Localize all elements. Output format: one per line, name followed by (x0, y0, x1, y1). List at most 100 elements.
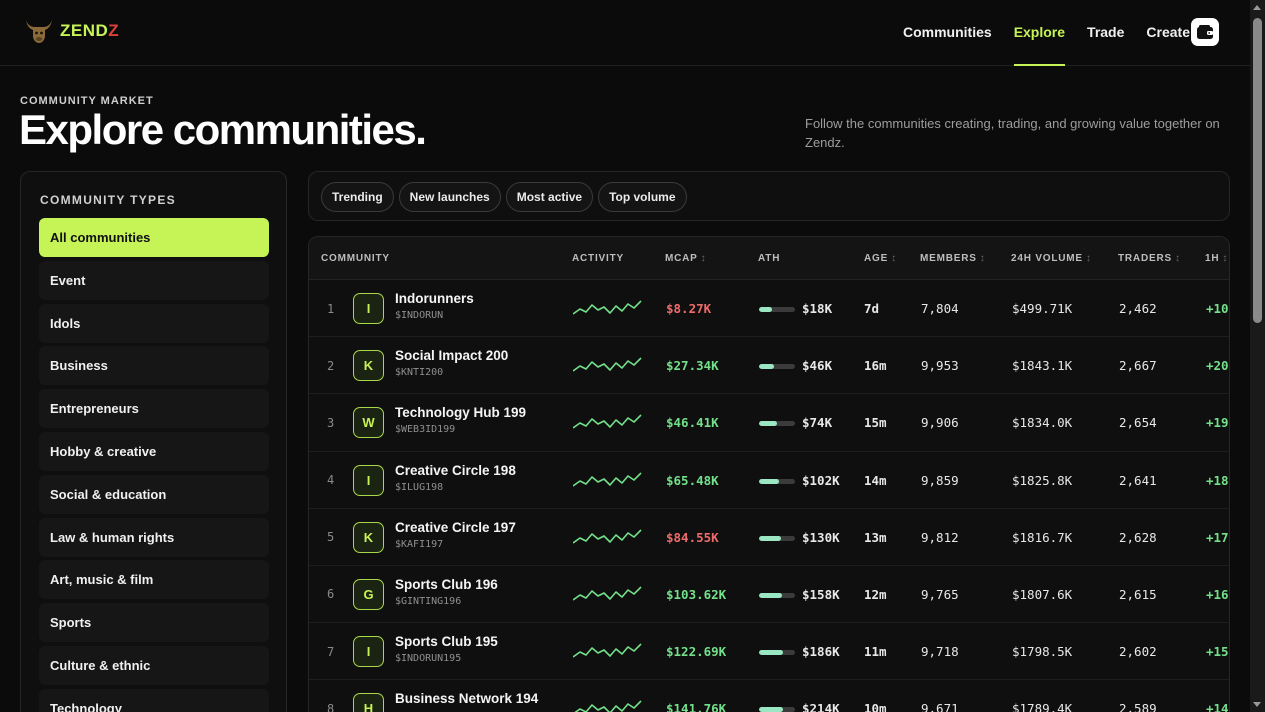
change-1h: +17 (1206, 529, 1229, 545)
community-name[interactable]: Sports Club 196 (395, 577, 498, 592)
community-type-entrepreneurs[interactable]: Entrepreneurs (39, 389, 269, 429)
trader-count: 2,615 (1119, 586, 1157, 602)
table-row[interactable]: 6 G Sports Club 196 $GINTING196 $103.62K $158… (309, 566, 1229, 624)
volume-24h: $1843.1K (1012, 358, 1073, 374)
table-row[interactable]: 7 I Sports Club 195 $INDORUN195 $122.69K $186… (309, 623, 1229, 681)
sort-icon[interactable]: ↕ (1222, 253, 1228, 264)
sort-icon[interactable]: ↕ (1175, 253, 1181, 264)
column-header-mcap[interactable]: MCAP ↕ (665, 253, 706, 264)
community-avatar[interactable]: G (353, 578, 384, 610)
sparkline-line (573, 643, 642, 658)
community-name-cell[interactable]: Creative Circle 198 $ILUG198 (395, 463, 516, 493)
community-avatar[interactable]: I (353, 464, 384, 496)
community-age: 13m (864, 529, 887, 545)
volume-24h: $1798.5K (1012, 644, 1073, 660)
sort-icon[interactable]: ↕ (980, 253, 986, 264)
trader-count: 2,654 (1119, 415, 1157, 431)
community-type-law-human-rights[interactable]: Law & human rights (39, 517, 269, 557)
community-type-technology[interactable]: Technology (39, 688, 269, 712)
column-label: ACTIVITY (572, 253, 624, 264)
community-avatar[interactable]: W (353, 407, 384, 439)
table-body: 1 I Indorunners $INDORUN $8.27K $18K 7d 7,804 $4… (309, 280, 1229, 712)
sort-icon[interactable]: ↕ (701, 253, 707, 264)
filter-trending[interactable]: Trending (321, 182, 394, 212)
explore-page: ZENDZ Communities Explore Trade Create C… (0, 0, 1265, 712)
market-cap: $8.27K (666, 301, 712, 316)
column-header-24h-volume[interactable]: 24H VOLUME ↕ (1011, 253, 1092, 264)
ath-progress-bar (759, 707, 795, 712)
filter-top-volume[interactable]: Top volume (598, 182, 687, 212)
community-name-cell[interactable]: Business Network 194 (395, 691, 538, 710)
community-type-culture-ethnic[interactable]: Culture & ethnic (39, 645, 269, 685)
community-type-idols[interactable]: Idols (39, 303, 269, 343)
community-name-cell[interactable]: Creative Circle 197 $KAFI197 (395, 520, 516, 550)
community-name-cell[interactable]: Technology Hub 199 $WEB3ID199 (395, 405, 526, 435)
table-row[interactable]: 8 H Business Network 194 $141.76K $214K 10m 9,… (309, 680, 1229, 712)
community-name[interactable]: Technology Hub 199 (395, 405, 526, 420)
nav-explore[interactable]: Explore (1013, 0, 1066, 66)
scrollbar-thumb[interactable] (1253, 18, 1262, 323)
member-count: 9,906 (921, 415, 959, 431)
community-name-cell[interactable]: Indorunners $INDORUN (395, 291, 474, 321)
table-row[interactable]: 3 W Technology Hub 199 $WEB3ID199 $46.41K $74… (309, 394, 1229, 452)
column-header-1h[interactable]: 1H ↕ (1205, 253, 1228, 264)
community-name[interactable]: Business Network 194 (395, 691, 538, 706)
wallet-button[interactable] (1191, 18, 1219, 46)
column-label: 1H (1205, 253, 1220, 264)
community-avatar[interactable]: I (353, 636, 384, 668)
community-name[interactable]: Social Impact 200 (395, 348, 508, 363)
row-rank: 1 (327, 301, 335, 316)
trader-count: 2,602 (1119, 644, 1157, 660)
community-type-art-music-film[interactable]: Art, music & film (39, 560, 269, 600)
community-name[interactable]: Indorunners (395, 291, 474, 306)
nav-create[interactable]: Create (1146, 0, 1190, 66)
activity-sparkline (573, 586, 642, 601)
table-row[interactable]: 4 I Creative Circle 198 $ILUG198 $65.48K $102… (309, 452, 1229, 509)
filter-new-launches[interactable]: New launches (398, 182, 501, 212)
page-title: Explore communities. (19, 106, 427, 153)
community-age: 15m (864, 415, 887, 431)
community-type-business[interactable]: Business (39, 346, 269, 386)
community-avatar[interactable]: K (353, 521, 384, 553)
member-count: 9,812 (921, 529, 959, 545)
scroll-up-arrow-icon[interactable] (1253, 5, 1261, 10)
column-header-traders[interactable]: TRADERS ↕ (1118, 253, 1181, 264)
ath-value: $102K (802, 472, 840, 488)
brand-logo[interactable]: ZENDZ (24, 17, 119, 45)
community-avatar[interactable]: K (353, 350, 384, 382)
filter-chips: Trending New launches Most active Top volum… (321, 182, 687, 212)
community-type-all-communities[interactable]: All communities (39, 218, 269, 257)
trader-count: 2,589 (1119, 701, 1157, 712)
page-scrollbar[interactable] (1250, 0, 1265, 712)
community-avatar[interactable]: I (353, 293, 384, 324)
filter-most-active[interactable]: Most active (505, 182, 594, 212)
ath-progress-fill (759, 307, 772, 312)
community-name[interactable]: Sports Club 195 (395, 634, 498, 649)
table-row[interactable]: 5 K Creative Circle 197 $KAFI197 $84.55K $130… (309, 509, 1229, 566)
community-name[interactable]: Creative Circle 198 (395, 463, 516, 478)
community-name-cell[interactable]: Sports Club 196 $GINTING196 (395, 577, 498, 607)
community-type-hobby-creative[interactable]: Hobby & creative (39, 431, 269, 471)
table-row[interactable]: 1 I Indorunners $INDORUN $8.27K $18K 7d 7,804 $4… (309, 280, 1229, 338)
sparkline-line (573, 414, 642, 430)
table-row[interactable]: 2 K Social Impact 200 $KNTI200 $27.34K $46K 16… (309, 337, 1229, 395)
column-header-members[interactable]: MEMBERS ↕ (920, 253, 986, 264)
community-name-cell[interactable]: Sports Club 195 $INDORUN195 (395, 634, 498, 664)
community-name[interactable]: Creative Circle 197 (395, 520, 516, 535)
column-header-activity: ACTIVITY (572, 253, 624, 264)
nav-trade[interactable]: Trade (1087, 0, 1124, 66)
ath-progress-bar (759, 535, 795, 541)
community-type-social-education[interactable]: Social & education (39, 474, 269, 514)
sort-icon[interactable]: ↕ (1086, 253, 1092, 264)
community-type-event[interactable]: Event (39, 260, 269, 300)
community-type-sports[interactable]: Sports (39, 603, 269, 643)
nav-communities[interactable]: Communities (903, 0, 992, 66)
member-count: 9,859 (921, 472, 959, 488)
column-header-age[interactable]: AGE ↕ (864, 253, 897, 264)
scroll-down-arrow-icon[interactable] (1253, 702, 1261, 707)
market-cap: $122.69K (666, 644, 727, 660)
sort-icon[interactable]: ↕ (891, 253, 897, 264)
community-avatar[interactable]: H (353, 693, 384, 712)
ath-progress-fill (759, 535, 781, 541)
community-name-cell[interactable]: Social Impact 200 $KNTI200 (395, 348, 508, 378)
